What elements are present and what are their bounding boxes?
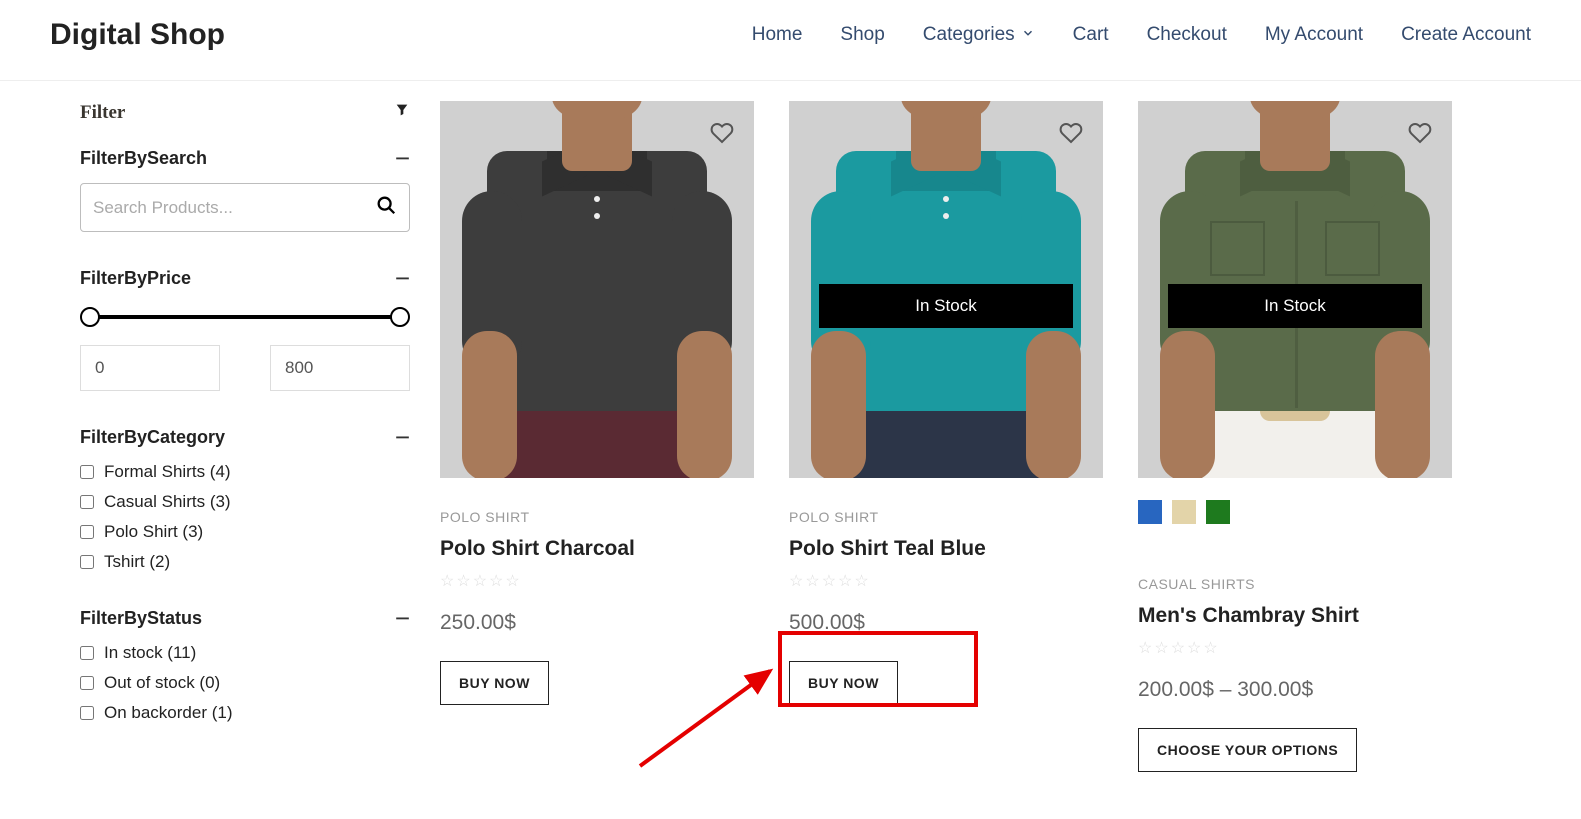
- product-image[interactable]: In Stock: [1138, 101, 1452, 478]
- nav-categories[interactable]: Categories: [923, 24, 1035, 46]
- search-input[interactable]: [93, 198, 375, 218]
- collapse-icon[interactable]: −: [395, 152, 410, 165]
- filter-section-status: FilterByStatus − In stock (11) Out of sto…: [80, 608, 410, 723]
- category-checkbox[interactable]: [80, 465, 94, 479]
- category-row: Tshirt (2): [80, 552, 410, 572]
- product-image[interactable]: In Stock: [789, 101, 1103, 478]
- status-row: Out of stock (0): [80, 673, 410, 693]
- filter-icon[interactable]: [394, 101, 410, 124]
- status-label[interactable]: In stock (11): [104, 643, 196, 663]
- nav-my-account[interactable]: My Account: [1265, 24, 1363, 46]
- product-price: 200.00$ – 300.00$: [1138, 678, 1452, 702]
- product-category: POLO SHIRT: [789, 509, 1103, 525]
- site-logo[interactable]: Digital Shop: [50, 18, 225, 52]
- collapse-icon[interactable]: −: [395, 431, 410, 444]
- choose-options-button[interactable]: CHOOSE YOUR OPTIONS: [1138, 728, 1357, 772]
- status-label[interactable]: On backorder (1): [104, 703, 233, 723]
- nav-shop[interactable]: Shop: [840, 24, 884, 46]
- status-checkbox[interactable]: [80, 676, 94, 690]
- product-rating: ☆☆☆☆☆: [789, 571, 1103, 591]
- category-label[interactable]: Tshirt (2): [104, 552, 170, 572]
- nav-create-account[interactable]: Create Account: [1401, 24, 1531, 46]
- category-row: Formal Shirts (4): [80, 462, 410, 482]
- nav-cart[interactable]: Cart: [1073, 24, 1109, 46]
- product-price: 500.00$: [789, 611, 1103, 635]
- category-checkbox[interactable]: [80, 525, 94, 539]
- stock-badge: In Stock: [819, 284, 1073, 328]
- status-checkbox[interactable]: [80, 706, 94, 720]
- chevron-down-icon: [1021, 24, 1035, 46]
- nav-checkout[interactable]: Checkout: [1147, 24, 1227, 46]
- stock-badge: In Stock: [1168, 284, 1422, 328]
- product-category: POLO SHIRT: [440, 509, 754, 525]
- slider-track: [90, 315, 400, 319]
- wishlist-heart-icon[interactable]: [1408, 121, 1432, 150]
- status-row: On backorder (1): [80, 703, 410, 723]
- wishlist-heart-icon[interactable]: [710, 121, 734, 150]
- slider-thumb-min[interactable]: [80, 307, 100, 327]
- color-swatch[interactable]: [1138, 500, 1162, 524]
- filter-category-title: FilterByCategory: [80, 427, 225, 448]
- product-grid: POLO SHIRT Polo Shirt Charcoal ☆☆☆☆☆ 250.00…: [440, 101, 1452, 772]
- color-swatches: [1138, 500, 1452, 524]
- filter-heading: Filter: [80, 102, 125, 124]
- price-min-input[interactable]: [80, 345, 220, 391]
- product-rating: ☆☆☆☆☆: [440, 571, 754, 591]
- product-card: In Stock POLO SHIRT Polo Shirt Teal Blue ☆☆…: [789, 101, 1103, 772]
- product-title[interactable]: Men's Chambray Shirt: [1138, 604, 1452, 628]
- product-title[interactable]: Polo Shirt Charcoal: [440, 537, 754, 561]
- wishlist-heart-icon[interactable]: [1059, 121, 1083, 150]
- price-slider[interactable]: [80, 307, 410, 327]
- slider-thumb-max[interactable]: [390, 307, 410, 327]
- category-row: Polo Shirt (3): [80, 522, 410, 542]
- buy-now-button[interactable]: BUY NOW: [789, 661, 898, 705]
- filter-section-category: FilterByCategory − Formal Shirts (4) Casu…: [80, 427, 410, 572]
- product-category: CASUAL SHIRTS: [1138, 576, 1452, 592]
- category-label[interactable]: Casual Shirts (3): [104, 492, 231, 512]
- search-input-wrap: [80, 183, 410, 232]
- site-header: Digital Shop Home Shop Categories Cart C…: [0, 0, 1581, 81]
- filter-search-title: FilterBySearch: [80, 148, 207, 169]
- product-card: In Stock CASUAL SHIRTS Men's Chambray Shir…: [1138, 101, 1452, 772]
- filter-sidebar: Filter FilterBySearch − FilterByPrice −: [80, 101, 410, 772]
- color-swatch[interactable]: [1206, 500, 1230, 524]
- product-image[interactable]: [440, 101, 754, 478]
- color-swatch[interactable]: [1172, 500, 1196, 524]
- product-price: 250.00$: [440, 611, 754, 635]
- status-label[interactable]: Out of stock (0): [104, 673, 220, 693]
- category-row: Casual Shirts (3): [80, 492, 410, 512]
- collapse-icon[interactable]: −: [395, 272, 410, 285]
- primary-nav: Home Shop Categories Cart Checkout My Ac…: [752, 24, 1531, 46]
- category-checkbox[interactable]: [80, 555, 94, 569]
- buy-now-button[interactable]: BUY NOW: [440, 661, 549, 705]
- collapse-icon[interactable]: −: [395, 612, 410, 625]
- product-card: POLO SHIRT Polo Shirt Charcoal ☆☆☆☆☆ 250.00…: [440, 101, 754, 772]
- category-checkbox[interactable]: [80, 495, 94, 509]
- filter-section-search: FilterBySearch −: [80, 148, 410, 232]
- product-title[interactable]: Polo Shirt Teal Blue: [789, 537, 1103, 561]
- filter-section-price: FilterByPrice −: [80, 268, 410, 391]
- category-label[interactable]: Polo Shirt (3): [104, 522, 203, 542]
- category-label[interactable]: Formal Shirts (4): [104, 462, 231, 482]
- status-checkbox[interactable]: [80, 646, 94, 660]
- filter-status-title: FilterByStatus: [80, 608, 202, 629]
- status-row: In stock (11): [80, 643, 410, 663]
- nav-categories-label: Categories: [923, 24, 1015, 46]
- search-icon[interactable]: [375, 194, 397, 221]
- product-rating: ☆☆☆☆☆: [1138, 638, 1452, 658]
- filter-price-title: FilterByPrice: [80, 268, 191, 289]
- nav-home[interactable]: Home: [752, 24, 803, 46]
- price-max-input[interactable]: [270, 345, 410, 391]
